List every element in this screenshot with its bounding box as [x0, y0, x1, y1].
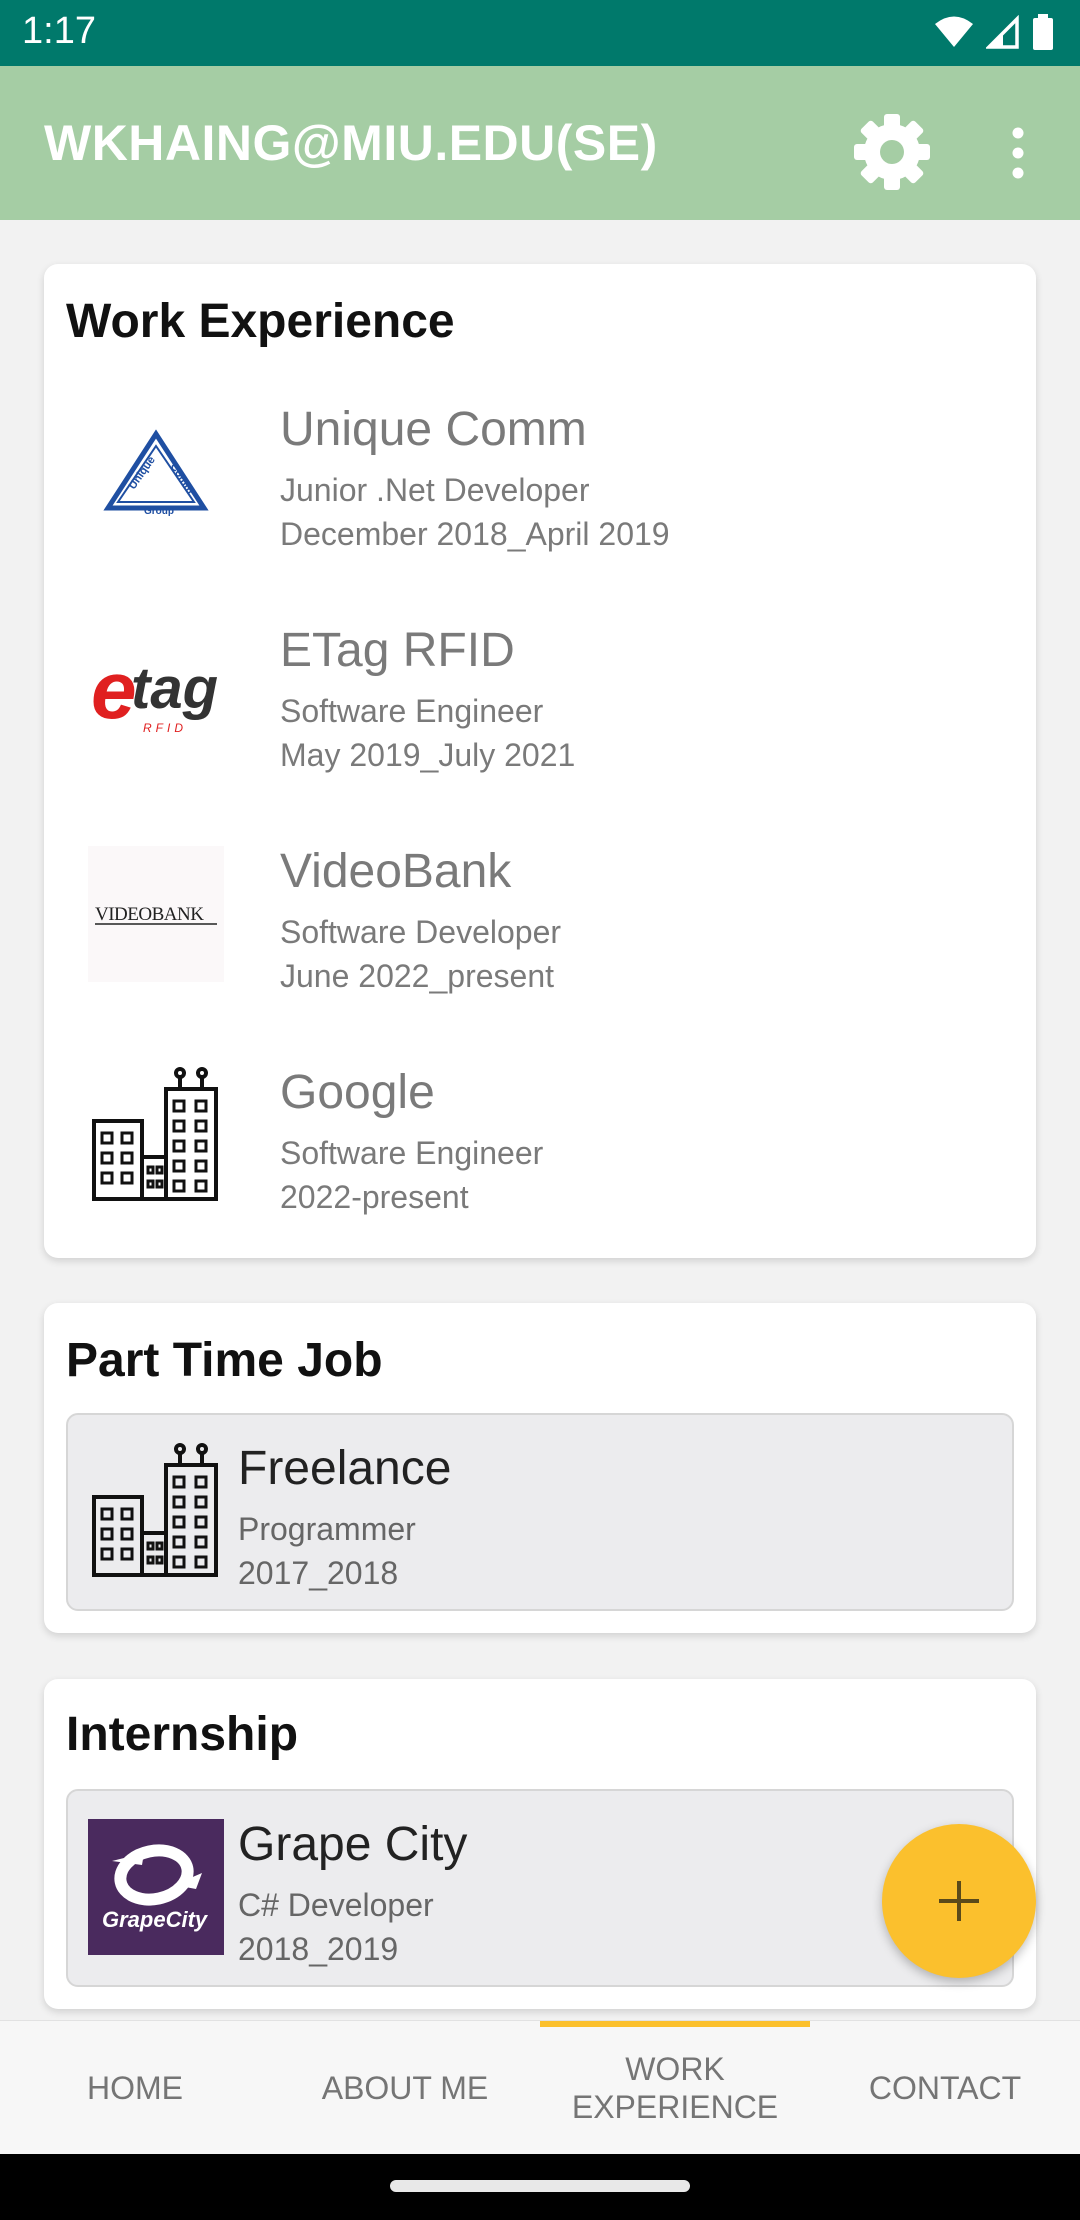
list-item[interactable]: e tag RFID ETag RFID Software Engineer M…	[88, 605, 1008, 773]
status-icons	[934, 14, 1054, 50]
list-item[interactable]: Unique Comm Group Unique Comm Junior .Ne…	[88, 384, 1008, 552]
job-period: 2018_2019	[238, 1931, 399, 1967]
company-name: Google	[280, 1066, 435, 1119]
job-period: May 2019_July 2021	[280, 737, 576, 773]
app-bar: WKHAING@MIU.EDU(SE)	[0, 66, 1080, 220]
unique-comm-logo: Unique Comm Group	[88, 404, 224, 540]
videobank-logo: VIDEOBANK	[88, 846, 224, 982]
tab-contact[interactable]: CONTACT	[810, 2021, 1080, 2155]
work-experience-title: Work Experience	[66, 295, 455, 348]
tab-about-me[interactable]: ABOUT ME	[270, 2021, 540, 2155]
etag-logo: e tag RFID	[88, 625, 224, 761]
settings-button[interactable]	[846, 106, 938, 198]
add-button[interactable]	[882, 1824, 1036, 1978]
tab-home-label: HOME	[87, 2070, 183, 2106]
svg-text:RFID: RFID	[143, 721, 187, 735]
status-time: 1:17	[22, 10, 96, 52]
gear-icon	[854, 114, 930, 190]
list-item[interactable]: VIDEOBANK VideoBank Software Developer J…	[88, 826, 1008, 994]
company-name: Grape City	[238, 1818, 468, 1871]
add-icon	[939, 1881, 979, 1921]
list-item[interactable]: GrapeCity Grape City C# Developer 2018_2…	[66, 1789, 1014, 1987]
more-options-button[interactable]	[990, 108, 1046, 198]
grapecity-logo: GrapeCity	[88, 1819, 224, 1955]
tab-about-me-label: ABOUT ME	[321, 2070, 489, 2106]
company-name: ETag RFID	[280, 624, 515, 677]
internship-card: Internship GrapeCity Grape City C# Devel…	[44, 1679, 1036, 2009]
status-bar: 1:17	[0, 0, 1080, 66]
list-item[interactable]: Freelance Programmer 2017_2018	[66, 1413, 1014, 1611]
tab-contact-label: CONTACT	[868, 2070, 1022, 2106]
company-name: Unique Comm	[280, 403, 587, 456]
tab-work-experience-label-line1: WORK	[625, 2051, 725, 2087]
building-icon	[88, 1443, 224, 1579]
tab-work-experience[interactable]: WORK EXPERIENCE	[540, 2021, 810, 2155]
job-role: Programmer	[238, 1511, 416, 1547]
job-role: Junior .Net Developer	[280, 472, 590, 508]
tab-home[interactable]: HOME	[0, 2021, 270, 2155]
internship-title: Internship	[66, 1708, 299, 1761]
bottom-navigation: HOME ABOUT ME WORK EXPERIENCE CONTACT	[0, 2020, 1080, 2154]
job-role: C# Developer	[238, 1887, 434, 1923]
job-period: June 2022_present	[280, 958, 554, 994]
job-period: 2017_2018	[238, 1555, 399, 1591]
building-icon	[88, 1067, 224, 1203]
job-role: Software Engineer	[280, 693, 544, 729]
battery-icon	[1033, 14, 1053, 50]
job-role: Software Developer	[280, 914, 562, 950]
part-time-card: Part Time Job Freelance Programmer 2017_…	[44, 1303, 1036, 1633]
wifi-icon	[935, 16, 973, 47]
gesture-bar	[0, 2154, 1080, 2220]
part-time-title: Part Time Job	[66, 1334, 383, 1387]
svg-text:VIDEOBANK: VIDEOBANK	[95, 904, 204, 925]
app-title: WKHAING@MIU.EDU(SE)	[44, 115, 658, 171]
svg-text:tag: tag	[131, 656, 218, 721]
job-role: Software Engineer	[280, 1135, 544, 1171]
job-period: December 2018_April 2019	[280, 516, 670, 552]
more-vert-icon	[1012, 127, 1024, 179]
job-period: 2022-present	[280, 1179, 469, 1215]
signal-icon	[986, 15, 1019, 49]
svg-text:e: e	[91, 648, 137, 736]
list-item[interactable]: Google Software Engineer 2022-present	[88, 1047, 1008, 1215]
home-gesture-handle[interactable]	[390, 2180, 690, 2192]
svg-text:Group: Group	[144, 506, 174, 516]
work-experience-card: Work Experience Unique Comm Group Unique…	[44, 264, 1036, 1258]
svg-text:GrapeCity: GrapeCity	[102, 1907, 209, 1932]
tab-work-experience-label-line2: EXPERIENCE	[571, 2089, 779, 2125]
company-name: Freelance	[238, 1442, 452, 1495]
company-name: VideoBank	[280, 845, 512, 898]
